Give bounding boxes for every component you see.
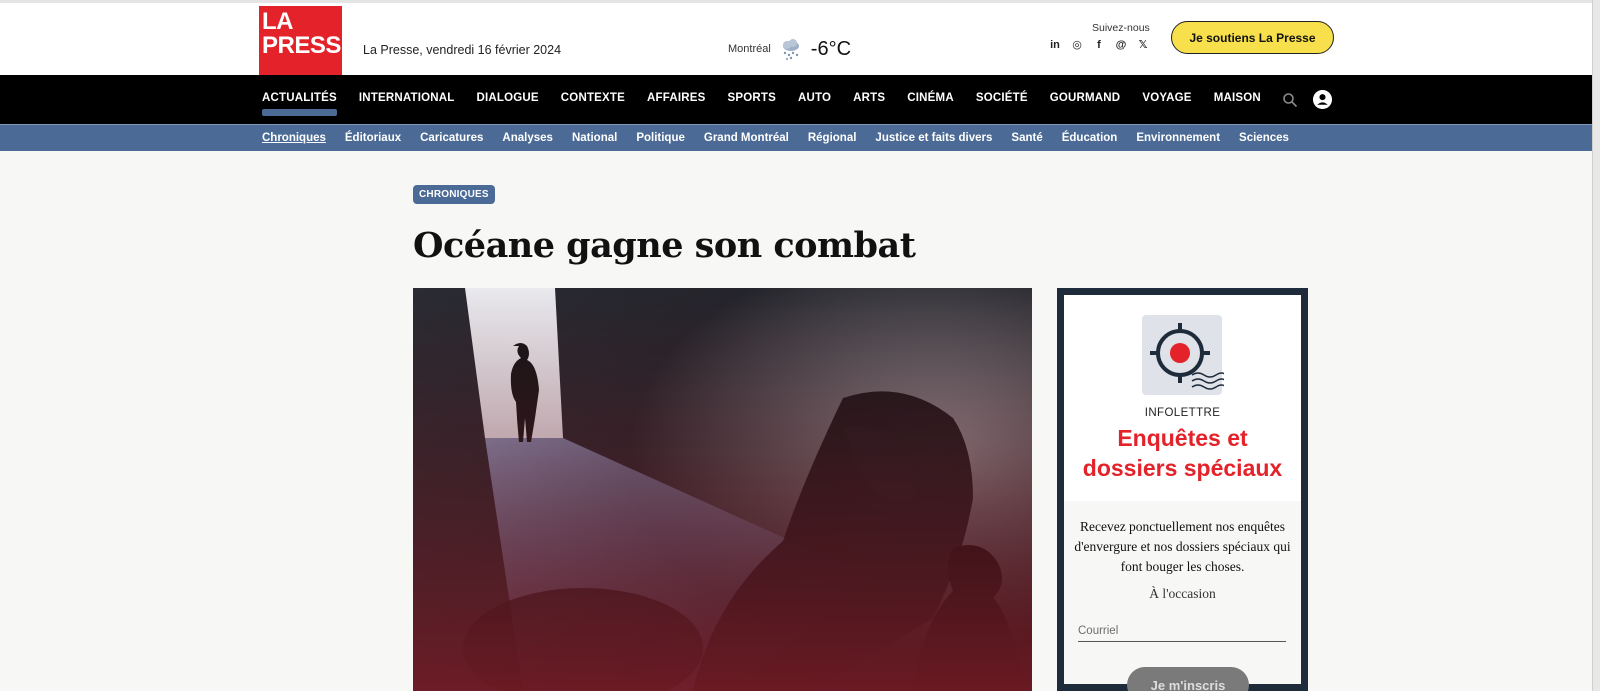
- newsletter-title-line-2: dossiers spéciaux: [1082, 455, 1283, 481]
- subnav-item-politique[interactable]: Politique: [636, 132, 685, 144]
- threads-icon[interactable]: @: [1115, 38, 1127, 52]
- subnav-item-caricatures[interactable]: Caricatures: [420, 132, 483, 144]
- nav-item-sports[interactable]: SPORTS: [727, 92, 776, 104]
- subnav-item-sante[interactable]: Santé: [1011, 132, 1042, 144]
- x-icon[interactable]: 𝕏: [1137, 38, 1149, 52]
- main-navigation: ACTUALITÉS INTERNATIONAL DIALOGUE CONTEX…: [0, 75, 1600, 124]
- subnav-item-environnement[interactable]: Environnement: [1136, 132, 1220, 144]
- nav-item-actualites[interactable]: ACTUALITÉS: [262, 92, 337, 116]
- snow-cloud-icon: [782, 39, 799, 60]
- weather-temperature: -6°C: [810, 37, 852, 60]
- weather-city: Montréal: [728, 43, 771, 55]
- newsletter-subscribe-button[interactable]: Je m'inscris: [1127, 667, 1249, 691]
- logo-line-2: PRESSE: [262, 32, 357, 59]
- newsletter-title-line-1: Enquêtes et: [1117, 425, 1248, 451]
- nav-item-voyage[interactable]: VOYAGE: [1142, 92, 1191, 104]
- nav-item-arts[interactable]: ARTS: [853, 92, 885, 104]
- section-subnavigation: Chroniques Éditoriaux Caricatures Analys…: [0, 124, 1600, 151]
- subnav-item-education[interactable]: Éducation: [1062, 132, 1118, 144]
- social-links: in ◎ f @ 𝕏: [1049, 38, 1149, 52]
- nav-item-auto[interactable]: AUTO: [798, 92, 831, 104]
- newsletter-signup-box: INFOLETTRE Enquêtes et dossiers spéciaux…: [1057, 288, 1308, 691]
- logo-line-1: LA: [262, 8, 294, 35]
- linkedin-icon[interactable]: in: [1049, 38, 1061, 52]
- subnav-item-regional[interactable]: Régional: [808, 132, 857, 144]
- site-header: LA PRESSE La Presse, vendredi 16 février…: [0, 0, 1600, 76]
- user-account-icon[interactable]: [1313, 90, 1332, 109]
- newsletter-title: Enquêtes et dossiers spéciaux: [1064, 423, 1301, 483]
- facebook-icon[interactable]: f: [1093, 38, 1105, 52]
- subnav-item-national[interactable]: National: [572, 132, 617, 144]
- la-presse-logo[interactable]: LA PRESSE: [259, 6, 357, 76]
- nav-item-affaires[interactable]: AFFAIRES: [647, 92, 705, 104]
- nav-item-contexte[interactable]: CONTEXTE: [561, 92, 625, 104]
- search-icon[interactable]: [1282, 92, 1298, 108]
- header-date: La Presse, vendredi 16 février 2024: [363, 43, 562, 57]
- newsletter-email-input[interactable]: [1078, 620, 1286, 642]
- instagram-icon[interactable]: ◎: [1071, 38, 1083, 52]
- subnav-item-grand-montreal[interactable]: Grand Montréal: [704, 132, 789, 144]
- page-scrollbar[interactable]: [1592, 0, 1600, 691]
- support-button[interactable]: Je soutiens La Presse: [1171, 21, 1334, 54]
- weather-widget[interactable]: Montréal -6°C: [728, 37, 851, 61]
- newsletter-frequency: À l'occasion: [1149, 586, 1216, 601]
- nav-item-gourmand[interactable]: GOURMAND: [1050, 92, 1121, 104]
- nav-item-international[interactable]: INTERNATIONAL: [359, 92, 455, 104]
- subnav-item-analyses[interactable]: Analyses: [502, 132, 553, 144]
- newsletter-description: Recevez ponctuellement nos enquêtes d'en…: [1074, 519, 1291, 574]
- newsletter-kicker: INFOLETTRE: [1144, 407, 1221, 419]
- subnav-item-sciences[interactable]: Sciences: [1239, 132, 1289, 144]
- nav-item-dialogue[interactable]: DIALOGUE: [477, 92, 539, 104]
- section-badge[interactable]: CHRONIQUES: [413, 185, 495, 204]
- nav-item-societe[interactable]: SOCIÉTÉ: [976, 92, 1028, 104]
- hero-illustration: [413, 288, 1032, 691]
- article-hero-image: [413, 288, 1032, 691]
- subnav-item-justice[interactable]: Justice et faits divers: [875, 132, 992, 144]
- target-stamp-icon: [1142, 315, 1224, 395]
- nav-item-cinema[interactable]: CINÉMA: [907, 92, 954, 104]
- subnav-item-chroniques[interactable]: Chroniques: [262, 132, 326, 144]
- follow-label: Suivez-nous: [1092, 22, 1150, 34]
- newsletter-header: INFOLETTRE Enquêtes et dossiers spéciaux: [1064, 295, 1301, 501]
- article-headline: Océane gagne son combat: [413, 225, 916, 266]
- subnav-item-editoriaux[interactable]: Éditoriaux: [345, 132, 401, 144]
- nav-item-maison[interactable]: MAISON: [1214, 92, 1261, 104]
